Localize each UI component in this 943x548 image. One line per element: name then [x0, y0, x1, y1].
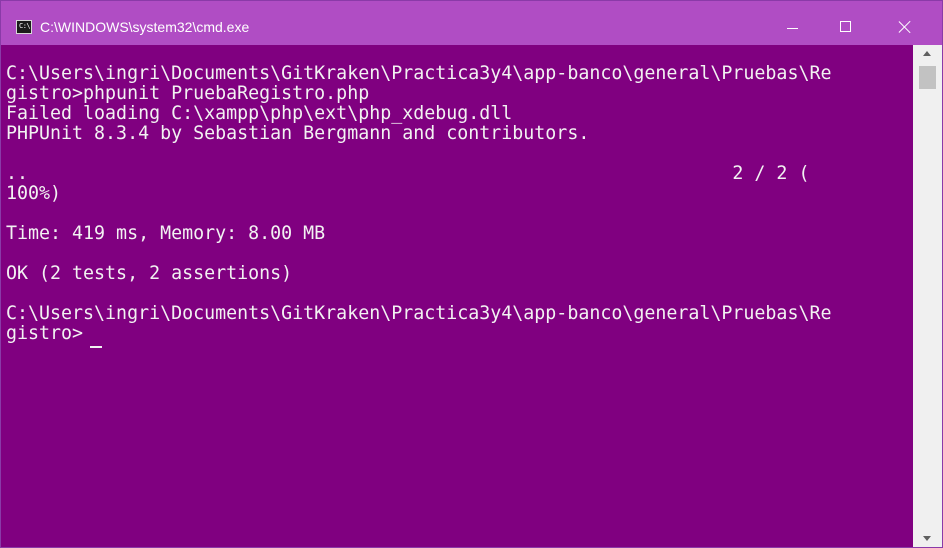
title-bar[interactable]: C:\ C:\WINDOWS\system32\cmd.exe: [1, 1, 942, 45]
console-line: gistro>phpunit PruebaRegistro.php: [6, 83, 370, 104]
maximize-button[interactable]: [817, 1, 875, 45]
maximize-icon: [840, 21, 851, 32]
scroll-down-arrow-icon: [923, 536, 931, 541]
scroll-down-button[interactable]: [913, 530, 942, 547]
text-cursor: [90, 346, 102, 348]
console-icon-glyph: C:\: [19, 22, 31, 30]
console-line: C:\Users\ingri\Documents\GitKraken\Pract…: [6, 63, 832, 84]
close-button[interactable]: [876, 1, 934, 45]
console-line: Failed loading C:\xampp\php\ext\php_xdeb…: [6, 103, 513, 124]
console-line: 100%): [6, 183, 62, 204]
scrollbar-thumb[interactable]: [919, 66, 936, 89]
console-icon[interactable]: C:\: [16, 20, 32, 34]
minimize-button[interactable]: [764, 1, 822, 45]
minimize-icon: [787, 28, 798, 29]
vertical-scrollbar[interactable]: [913, 45, 942, 547]
console-line: Time: 419 ms, Memory: 8.00 MB: [6, 223, 326, 244]
console-line: PHPUnit 8.3.4 by Sebastian Bergmann and …: [6, 123, 590, 144]
console-output[interactable]: C:\Users\ingri\Documents\GitKraken\Pract…: [1, 45, 913, 547]
scroll-up-button[interactable]: [913, 45, 942, 62]
console-line: C:\Users\ingri\Documents\GitKraken\Pract…: [6, 303, 832, 324]
window-title: C:\WINDOWS\system32\cmd.exe: [40, 19, 250, 35]
close-icon: [898, 20, 912, 34]
cmd-window: C:\ C:\WINDOWS\system32\cmd.exe C:\Users…: [0, 0, 943, 548]
scroll-up-arrow-icon: [923, 51, 931, 56]
console-line: .. 2 / 2 (: [6, 163, 810, 184]
console-line: OK (2 tests, 2 assertions): [6, 263, 293, 284]
console-line: gistro>: [6, 323, 84, 344]
